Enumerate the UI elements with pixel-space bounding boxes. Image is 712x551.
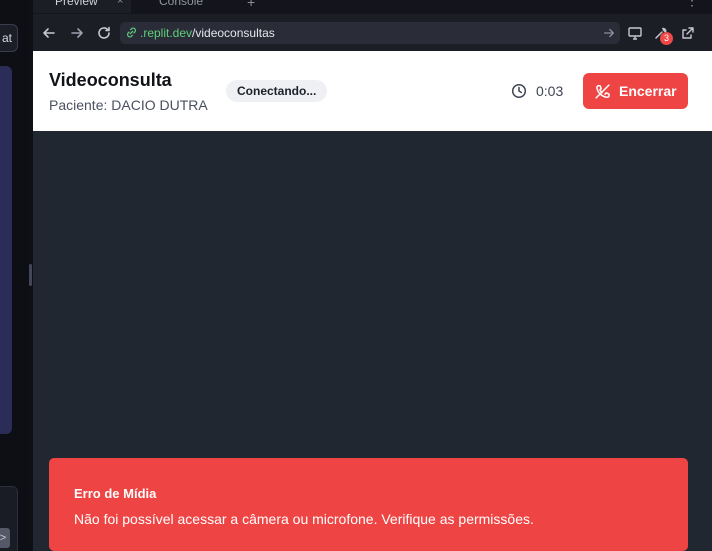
link-icon	[127, 27, 136, 38]
url-toolbar: .replit.dev/videoconsultas 3	[33, 14, 712, 52]
tab-preview[interactable]: Preview ×	[33, 0, 131, 13]
tab-preview-label: Preview	[55, 0, 98, 8]
clock-icon	[511, 83, 527, 99]
side-panel	[0, 66, 12, 434]
phone-off-icon	[595, 84, 610, 99]
url-input[interactable]: .replit.dev/videoconsultas	[120, 22, 620, 44]
end-call-label: Encerrar	[619, 83, 677, 99]
timer-value: 0:03	[536, 83, 564, 99]
send-button[interactable]: >	[0, 528, 10, 548]
end-call-button[interactable]: Encerrar	[583, 73, 688, 109]
back-arrow-icon[interactable]	[41, 25, 57, 41]
chat-button[interactable]: at	[0, 24, 18, 52]
reload-icon[interactable]	[96, 25, 112, 41]
error-alert: Erro de Mídia Não foi possível acessar a…	[49, 458, 688, 551]
notification-badge: 3	[660, 32, 673, 45]
device-preview-icon[interactable]	[627, 25, 643, 41]
status-badge: Conectando...	[226, 80, 328, 102]
more-icon[interactable]: ⋮	[685, 0, 699, 9]
error-message: Não foi possível acessar a câmera ou mic…	[74, 511, 534, 527]
preview-pane: Preview × Console + ⋮ .replit.dev/videoc…	[33, 0, 712, 551]
pane-resize-handle[interactable]	[29, 264, 32, 286]
screen: at > Preview × Console + ⋮ .replit.dev/v…	[0, 0, 712, 551]
close-icon[interactable]: ×	[117, 0, 123, 9]
ide-left-sidebar: at >	[0, 0, 30, 551]
app-header: Videoconsulta Paciente: DACIO DUTRA Cone…	[33, 51, 712, 131]
new-tab-button[interactable]: +	[247, 0, 255, 10]
go-arrow-icon[interactable]	[602, 26, 616, 40]
page-title: Videoconsulta	[49, 70, 172, 90]
error-title: Erro de Mídia	[74, 486, 157, 501]
tab-bar: Preview × Console + ⋮	[33, 0, 712, 14]
forward-arrow-icon[interactable]	[69, 25, 85, 41]
url-text: .replit.dev/videoconsultas	[140, 26, 275, 40]
open-external-icon[interactable]	[680, 25, 696, 41]
tab-console-label: Console	[159, 0, 204, 8]
tab-console[interactable]: Console	[137, 0, 235, 13]
patient-name: Paciente: DACIO DUTRA	[49, 97, 208, 113]
videoconsulta-app: Videoconsulta Paciente: DACIO DUTRA Cone…	[33, 51, 712, 551]
url-path: /videoconsultas	[192, 26, 275, 40]
url-host: .replit.dev	[140, 26, 193, 40]
